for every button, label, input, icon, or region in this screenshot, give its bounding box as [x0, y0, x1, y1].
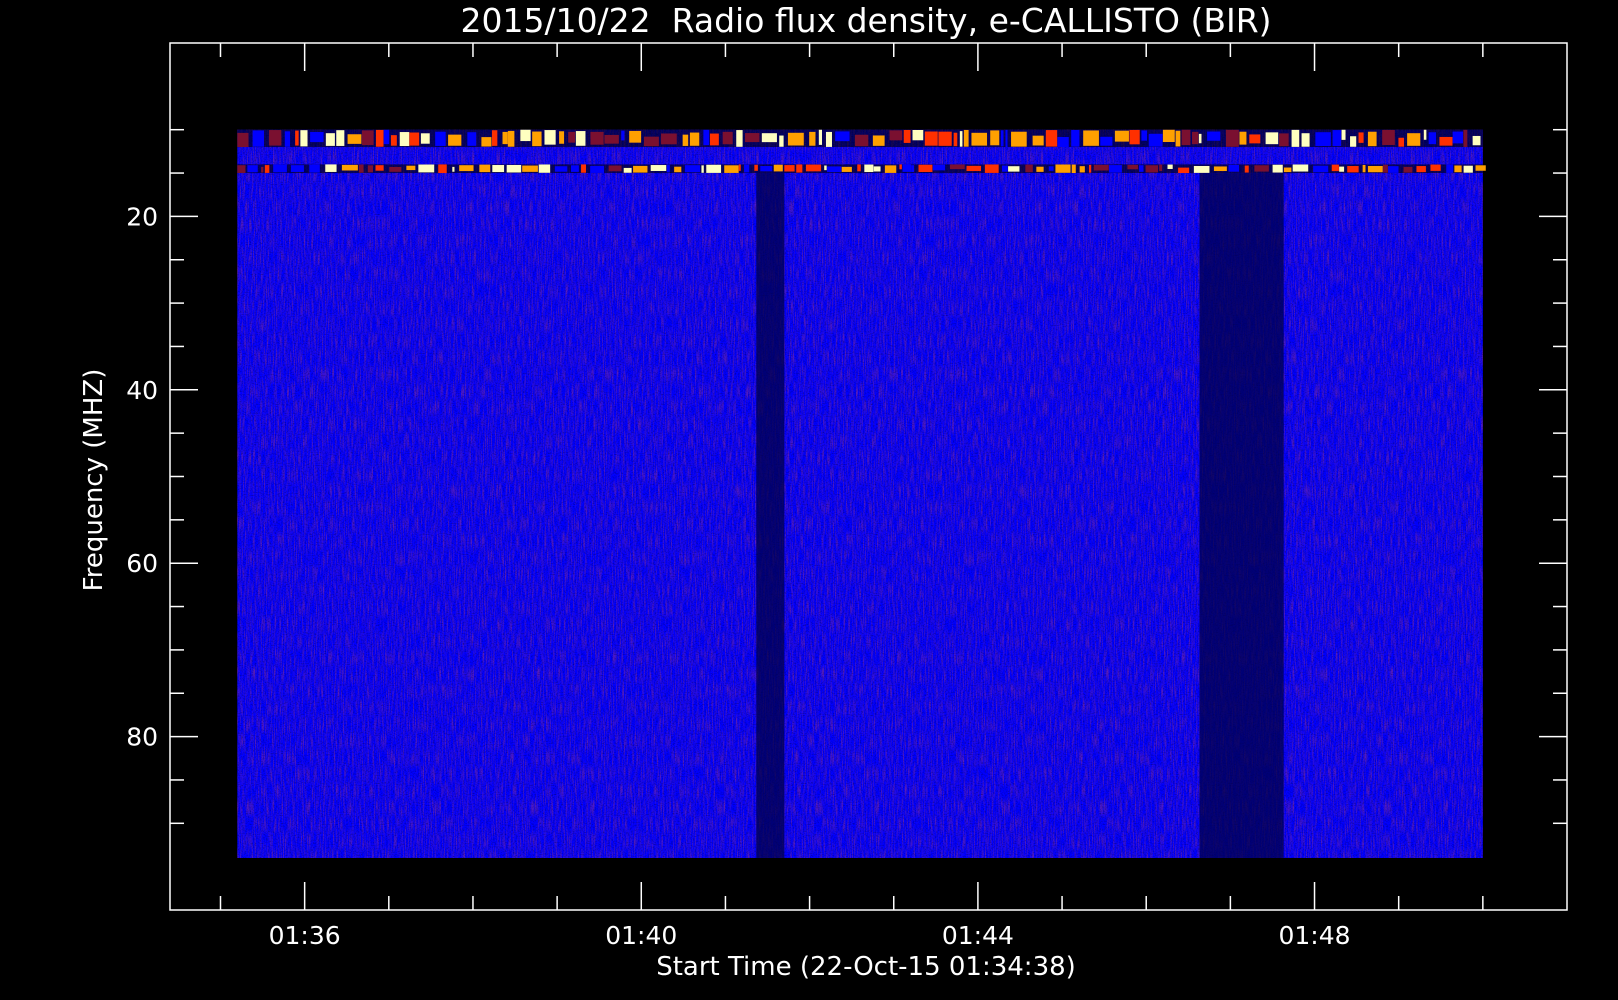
y-tick-label-0: 20: [126, 202, 158, 231]
dark-column-2: [1199, 173, 1284, 858]
y-tick-label-2: 60: [126, 549, 158, 578]
x-axis-label: Start Time (22-Oct-15 01:34:38): [656, 952, 1076, 982]
x-tick-label-0: 01:36: [269, 921, 341, 950]
dark-column-3: [756, 173, 785, 858]
x-tick-label-2: 01:44: [942, 921, 1014, 950]
y-axis-label: Frequency (MHZ): [79, 369, 109, 592]
chart-title: 2015/10/22 Radio flux density, e-CALLIST…: [460, 1, 1271, 40]
spectrogram-chart: 2015/10/22 Radio flux density, e-CALLIST…: [79, 1, 1568, 982]
y-tick-label-3: 80: [126, 723, 158, 752]
spectrum-dark-noise: [237, 129, 1483, 858]
x-tick-label-1: 01:40: [605, 921, 677, 950]
y-tick-label-1: 40: [126, 376, 158, 405]
spectrogram-image: [237, 129, 1486, 858]
x-tick-label-3: 01:48: [1279, 921, 1351, 950]
